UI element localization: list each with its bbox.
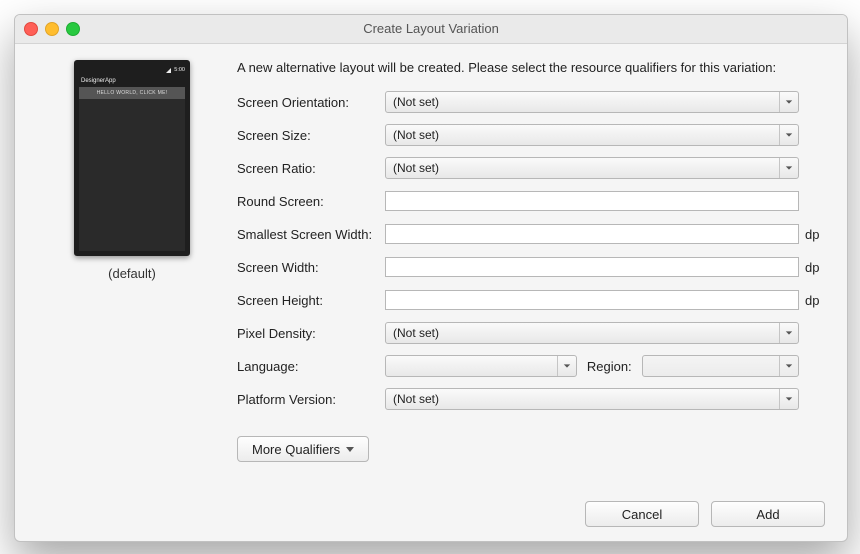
add-button[interactable]: Add xyxy=(711,501,825,527)
screen-size-value: (Not set) xyxy=(393,128,439,142)
platform-version-value: (Not set) xyxy=(393,392,439,406)
status-time: 5:00 xyxy=(174,67,185,73)
chevron-down-icon xyxy=(779,356,798,376)
platform-version-select[interactable]: (Not set) xyxy=(385,388,799,410)
label-smallest-width: Smallest Screen Width: xyxy=(237,227,385,242)
preview-body xyxy=(79,99,185,251)
language-select[interactable] xyxy=(385,355,577,377)
smallest-width-input[interactable] xyxy=(385,224,799,244)
screen-height-input[interactable] xyxy=(385,290,799,310)
window-controls xyxy=(24,22,80,36)
suffix-dp: dp xyxy=(805,227,825,242)
label-screen-width: Screen Width: xyxy=(237,260,385,275)
pixel-density-select[interactable]: (Not set) xyxy=(385,322,799,344)
chevron-down-icon xyxy=(779,125,798,145)
minimize-icon[interactable] xyxy=(45,22,59,36)
zoom-icon[interactable] xyxy=(66,22,80,36)
add-label: Add xyxy=(756,507,779,522)
chevron-down-icon xyxy=(779,389,798,409)
triangle-down-icon xyxy=(346,447,354,452)
label-region: Region: xyxy=(583,359,636,374)
label-round-screen: Round Screen: xyxy=(237,194,385,209)
suffix-dp: dp xyxy=(805,293,825,308)
label-screen-size: Screen Size: xyxy=(237,128,385,143)
preview-app-title: DesignerApp xyxy=(79,74,185,87)
label-language: Language: xyxy=(237,359,385,374)
screen-ratio-value: (Not set) xyxy=(393,161,439,175)
close-icon[interactable] xyxy=(24,22,38,36)
label-screen-orientation: Screen Orientation: xyxy=(237,95,385,110)
pixel-density-value: (Not set) xyxy=(393,326,439,340)
preview-column: 5:00 DesignerApp HELLO WORLD, CLICK ME! … xyxy=(37,60,227,527)
more-qualifiers-label: More Qualifiers xyxy=(252,442,340,457)
chevron-down-icon xyxy=(557,356,576,376)
round-screen-input[interactable] xyxy=(385,191,799,211)
screen-orientation-select[interactable]: (Not set) xyxy=(385,91,799,113)
status-bar: 5:00 xyxy=(79,66,185,74)
screen-ratio-select[interactable]: (Not set) xyxy=(385,157,799,179)
signal-icon xyxy=(166,68,171,73)
suffix-dp: dp xyxy=(805,260,825,275)
screen-width-input[interactable] xyxy=(385,257,799,277)
titlebar: Create Layout Variation xyxy=(15,15,847,44)
label-screen-height: Screen Height: xyxy=(237,293,385,308)
label-pixel-density: Pixel Density: xyxy=(237,326,385,341)
preview-button: HELLO WORLD, CLICK ME! xyxy=(79,87,185,99)
more-qualifiers-button[interactable]: More Qualifiers xyxy=(237,436,369,462)
dialog-footer: Cancel Add xyxy=(237,487,825,527)
cancel-label: Cancel xyxy=(622,507,662,522)
chevron-down-icon xyxy=(779,92,798,112)
screen-size-select[interactable]: (Not set) xyxy=(385,124,799,146)
screen-orientation-value: (Not set) xyxy=(393,95,439,109)
form-column: A new alternative layout will be created… xyxy=(227,60,825,527)
chevron-down-icon xyxy=(779,158,798,178)
label-screen-ratio: Screen Ratio: xyxy=(237,161,385,176)
cancel-button[interactable]: Cancel xyxy=(585,501,699,527)
region-select[interactable] xyxy=(642,355,799,377)
device-preview: 5:00 DesignerApp HELLO WORLD, CLICK ME! xyxy=(74,60,190,256)
preview-caption: (default) xyxy=(108,266,156,281)
window-title: Create Layout Variation xyxy=(363,21,499,36)
intro-text: A new alternative layout will be created… xyxy=(237,60,825,75)
dialog-create-layout-variation: Create Layout Variation 5:00 DesignerApp… xyxy=(14,14,848,542)
label-platform-version: Platform Version: xyxy=(237,392,385,407)
chevron-down-icon xyxy=(779,323,798,343)
